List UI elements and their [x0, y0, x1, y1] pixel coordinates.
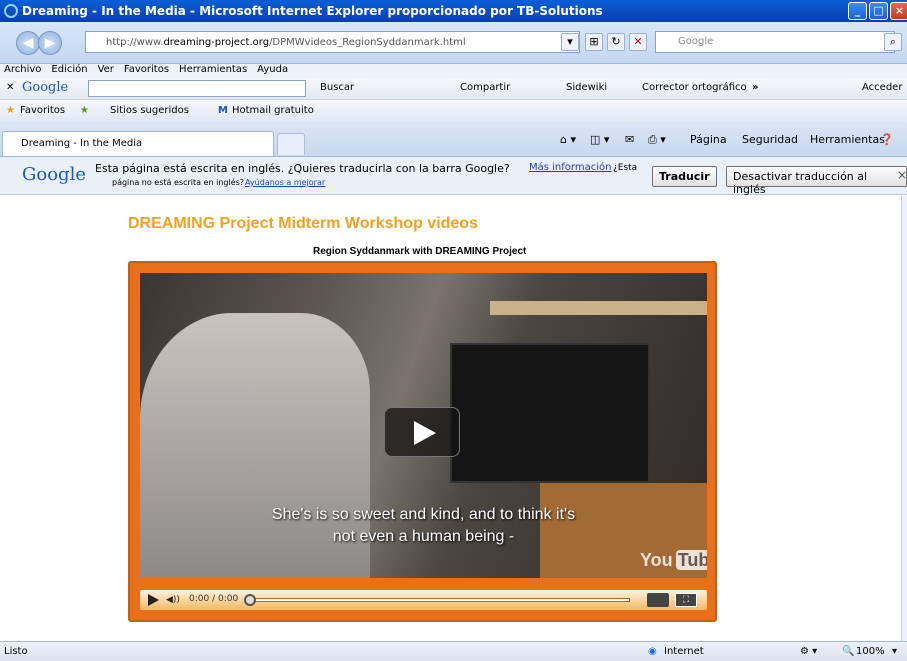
help-improve-link[interactable]: Ayúdanos a mejorar [245, 178, 325, 187]
url-domain: dreaming-project.org [163, 36, 270, 48]
not-english-text: página no está escrita en inglés? [112, 178, 245, 187]
title-bar: Dreaming - In the Media - Microsoft Inte… [0, 0, 907, 22]
google-toolbar-brand: Google [22, 80, 69, 95]
compatibility-icon[interactable]: ⊞ [585, 33, 603, 51]
acceder-button[interactable]: Acceder [862, 82, 902, 93]
more-chevron-icon[interactable]: » [752, 82, 758, 93]
new-tab-button[interactable] [277, 133, 305, 155]
translate-message: Esta página está escrita en inglés. ¿Qui… [95, 162, 510, 175]
home-icon[interactable]: ⌂ ▾ [560, 133, 576, 146]
fullscreen-icon[interactable]: ⛶ [675, 593, 697, 607]
progress-knob[interactable] [244, 594, 256, 606]
play-overlay-button[interactable] [384, 407, 460, 457]
suggested-sites-link[interactable]: Sitios sugeridos [110, 105, 189, 116]
help-icon[interactable]: ❓ [880, 133, 894, 146]
menu-archivo[interactable]: Archivo [4, 64, 41, 78]
time-display: 0:00 / 0:00 [189, 594, 239, 604]
page-heading: DREAMING Project Midterm Workshop videos [128, 215, 478, 232]
youtube-logo-tube: Tube [675, 550, 707, 570]
translate-bar: Google Esta página está escrita en inglé… [0, 157, 907, 196]
translate-button[interactable]: Traducir [652, 166, 717, 187]
mail-icon[interactable]: ✉ [625, 133, 634, 146]
shelf-image [490, 301, 707, 315]
address-bar[interactable]: http://www. dreaming-project.org/DPMWvide… [85, 31, 580, 53]
globe-icon: ◉ [648, 646, 657, 657]
back-button[interactable]: ◀ [16, 31, 40, 55]
menu-herramientas[interactable]: Herramientas [179, 64, 247, 78]
refresh-icon[interactable]: ↻ [607, 33, 625, 51]
video-title: Region Syddanmark with DREAMING Project [313, 246, 527, 257]
video-frame[interactable]: She's is so sweet and kind, and to think… [140, 273, 707, 578]
tab-label: Dreaming - In the Media [21, 138, 143, 149]
disable-translate-button[interactable]: Desactivar traducción al inglés [726, 166, 907, 196]
favorites-bar: ★ Favoritos ★ Sitios sugeridos M Hotmail… [0, 101, 907, 121]
menu-ayuda[interactable]: Ayuda [257, 64, 288, 78]
vertical-scrollbar[interactable] [901, 196, 907, 641]
print-icon[interactable]: ⎙ ▾ [648, 133, 666, 147]
tab-row: Dreaming - In the Media ⌂ ▾ ◫ ▾ ✉ ⎙ ▾ Pá… [0, 121, 907, 157]
youtube-player[interactable]: She's is so sweet and kind, and to think… [128, 261, 717, 622]
page-menu[interactable]: Página [690, 133, 727, 146]
tab-dreaming[interactable]: Dreaming - In the Media [2, 131, 274, 156]
address-toolbar: ◀ ▶ http://www. dreaming-project.org/DPMW… [0, 22, 907, 64]
volume-icon[interactable]: ◀)) [166, 595, 180, 605]
player-controls: ◀)) 0:00 / 0:00 ⛶ [140, 590, 707, 610]
search-input[interactable]: Google [655, 31, 895, 53]
zoom-icon[interactable]: 🔍 [842, 646, 854, 657]
stop-icon[interactable]: ✕ [629, 33, 647, 51]
address-dropdown-icon[interactable]: ▾ [561, 33, 579, 51]
favorites-star-icon: ★ [6, 105, 15, 116]
hotmail-link[interactable]: Hotmail gratuito [232, 105, 314, 116]
maximize-button[interactable]: □ [869, 2, 888, 20]
ie-logo-icon [4, 4, 18, 18]
tools-menu[interactable]: Herramientas [810, 133, 885, 146]
google-logo: Google [22, 164, 86, 185]
progress-bar[interactable] [250, 598, 630, 602]
favorites-button[interactable]: Favoritos [20, 105, 65, 116]
youtube-logo-you: You [640, 550, 673, 570]
url-prefix: http://www. [106, 36, 164, 48]
status-text: Listo [4, 646, 28, 657]
minimize-button[interactable]: _ [848, 2, 867, 20]
add-favorite-icon[interactable]: ★ [80, 105, 89, 116]
status-bar: Listo ◉ Internet ⚙ ▾ 🔍 100% ▾ [0, 641, 907, 661]
search-icon[interactable]: ⌕ [884, 33, 902, 51]
google-toolbar: ✕ Google Buscar Compartir Sidewiki Corre… [0, 78, 907, 100]
menu-ver[interactable]: Ver [98, 64, 114, 78]
subtitle-line-2: not even a human being - [332, 528, 515, 545]
youtube-logo[interactable]: YouTube [637, 550, 707, 571]
close-window-button[interactable]: × [890, 2, 907, 20]
url-path: /DPMWvideos_RegionSyddanmark.html [269, 36, 466, 48]
google-search-input[interactable] [88, 80, 306, 97]
security-menu[interactable]: Seguridad [742, 133, 798, 146]
forward-button[interactable]: ▶ [38, 31, 62, 55]
window-title: Dreaming - In the Media - Microsoft Inte… [22, 4, 603, 18]
sidewiki-button[interactable]: Sidewiki [566, 82, 607, 93]
not-english-prefix: ¿Esta [613, 163, 638, 173]
buscar-button[interactable]: Buscar [320, 82, 354, 93]
menu-bar: Archivo Edición Ver Favoritos Herramient… [0, 64, 907, 78]
close-toolbar-icon[interactable]: ✕ [6, 82, 14, 93]
play-icon[interactable] [148, 594, 159, 606]
menu-edicion[interactable]: Edición [51, 64, 87, 78]
tv-image [450, 343, 650, 483]
zoom-dropdown-icon[interactable]: ▾ [892, 646, 897, 657]
page-content: DREAMING Project Midterm Workshop videos… [0, 196, 901, 641]
quality-button[interactable] [647, 593, 669, 607]
hotmail-icon: M [218, 105, 228, 116]
close-translate-icon[interactable]: × [897, 168, 907, 182]
protected-mode-icon[interactable]: ⚙ ▾ [800, 646, 817, 657]
menu-favoritos[interactable]: Favoritos [124, 64, 169, 78]
spellcheck-button[interactable]: Corrector ortográfico [642, 82, 747, 93]
zoom-level[interactable]: 100% [856, 646, 885, 657]
rss-icon[interactable]: ◫ ▾ [590, 133, 609, 146]
compartir-button[interactable]: Compartir [460, 82, 510, 93]
subtitle-line-1: She's is so sweet and kind, and to think… [271, 506, 576, 523]
more-info-link[interactable]: Más información [529, 162, 611, 173]
zone-text: Internet [664, 646, 704, 657]
